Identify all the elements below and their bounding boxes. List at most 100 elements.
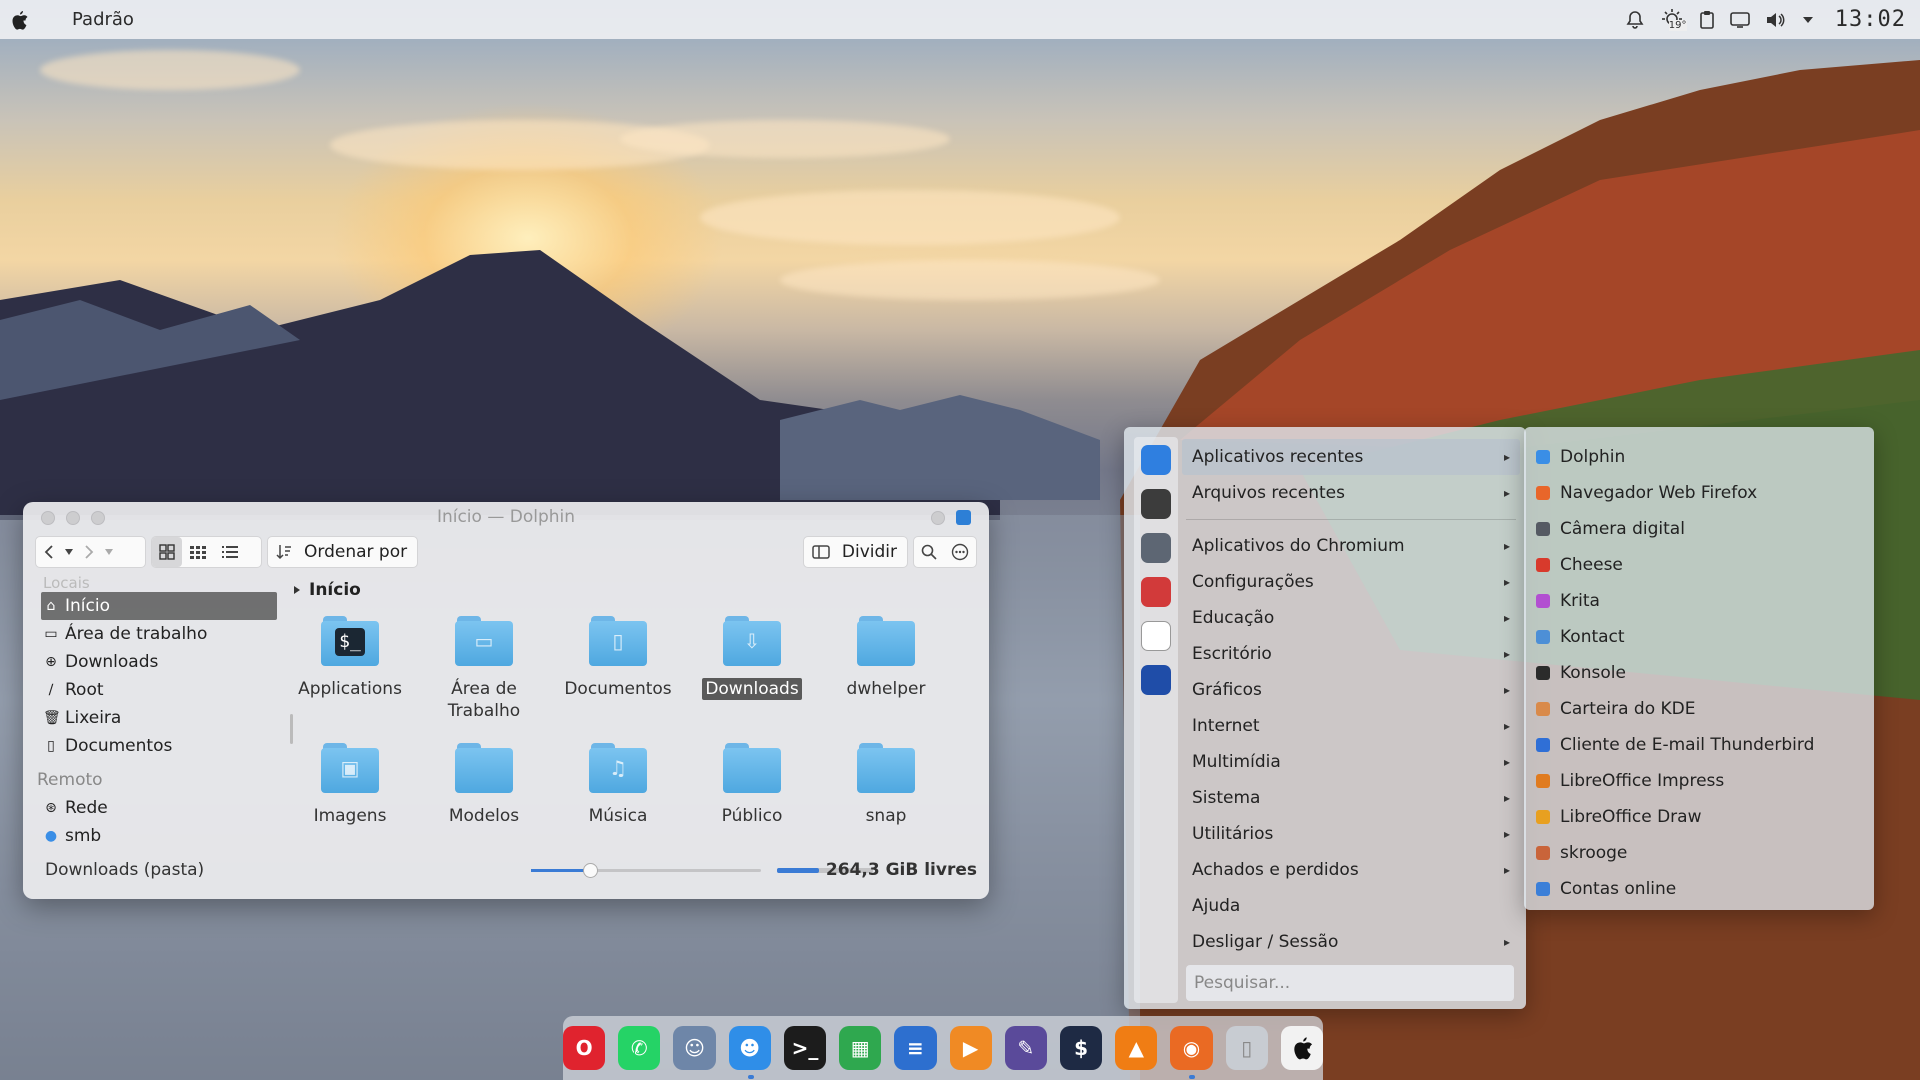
file-item[interactable]: ▯ Documentos [551, 616, 685, 700]
menu-category[interactable]: Internet ▸ [1182, 708, 1520, 744]
notification-bell-icon[interactable] [1625, 10, 1645, 30]
search-input[interactable]: Pesquisar... [1186, 965, 1514, 1001]
system-settings-icon[interactable] [1141, 533, 1171, 563]
blank-document-icon[interactable] [1141, 621, 1171, 651]
breadcrumb[interactable]: Início [293, 580, 361, 600]
file-item[interactable]: ▭ Área de Trabalho [417, 616, 551, 722]
file-item[interactable]: Modelos [417, 743, 551, 827]
menu-category[interactable]: Multimídia ▸ [1182, 744, 1520, 780]
close-window-button[interactable] [41, 511, 55, 525]
forward-history-dropdown-icon[interactable] [102, 537, 116, 567]
clipboard-icon[interactable] [1699, 10, 1715, 30]
split-button[interactable]: Dividir [802, 536, 908, 568]
menu-category[interactable]: Aplicativos recentes ▸ [1182, 439, 1520, 475]
file-item[interactable]: $_ Applications [283, 616, 417, 700]
search-icon[interactable] [914, 537, 944, 567]
opera-icon[interactable]: O [562, 1026, 606, 1070]
sidebar-item-smb[interactable]: ● smb [33, 822, 303, 850]
zoom-slider[interactable] [531, 863, 761, 878]
weather-icon[interactable]: 19° [1659, 8, 1687, 32]
menu-category[interactable]: Sistema ▸ [1182, 780, 1520, 816]
vlc-icon[interactable]: ▲ [1115, 1026, 1158, 1070]
zoom-slider-handle[interactable] [582, 863, 598, 878]
presentation-icon[interactable]: ▶ [949, 1026, 992, 1070]
recent-app-item[interactable]: Contas online [1524, 871, 1874, 907]
keep-above-button[interactable] [931, 510, 945, 525]
app-menu-icon[interactable] [956, 510, 971, 525]
file-item[interactable]: snap [819, 743, 953, 827]
writer-icon[interactable]: ≡ [894, 1026, 937, 1070]
sidebar-item-root[interactable]: ∕ Root [33, 676, 303, 704]
apple-menu-icon[interactable] [1280, 1026, 1324, 1070]
recent-app-item[interactable]: LibreOffice Impress [1524, 763, 1874, 799]
maximize-window-button[interactable] [91, 511, 105, 525]
kvantum-icon[interactable] [1141, 489, 1171, 519]
whatsapp-icon[interactable]: ✆ [618, 1026, 661, 1070]
menu-category[interactable]: Escritório ▸ [1182, 636, 1520, 672]
recent-app-item[interactable]: LibreOffice Draw [1524, 799, 1874, 835]
recent-app-item[interactable]: skrooge [1524, 835, 1874, 871]
menu-category[interactable]: Utilitários ▸ [1182, 816, 1520, 852]
shield-icon[interactable] [1141, 665, 1171, 695]
recent-app-item[interactable]: Cliente de E-mail Thunderbird [1524, 727, 1874, 763]
file-name: Público [721, 806, 783, 826]
sidebar-item-documentos[interactable]: ▯ Documentos [33, 732, 303, 760]
details-view-icon[interactable] [214, 537, 246, 567]
tray-arrow-icon[interactable] [1801, 15, 1815, 25]
menu-category[interactable]: Gráficos ▸ [1182, 672, 1520, 708]
back-icon[interactable] [36, 537, 62, 567]
recent-app-item[interactable]: Carteira do KDE [1524, 691, 1874, 727]
file-item[interactable]: ▣ Imagens [283, 743, 417, 827]
active-app-menu[interactable]: Padrão [72, 9, 134, 30]
recent-app-item[interactable]: Cheese [1524, 547, 1874, 583]
file-item[interactable]: ⇩ Downloads [685, 616, 819, 700]
recent-app-item[interactable]: Kontact [1524, 619, 1874, 655]
firefox-icon[interactable]: ◉ [1170, 1026, 1213, 1079]
volume-icon[interactable] [1765, 11, 1787, 29]
recent-app-item[interactable]: Konsole [1524, 655, 1874, 691]
app-icon [1536, 666, 1550, 680]
recent-app-item[interactable]: Krita [1524, 583, 1874, 619]
window-titlebar[interactable]: Início — Dolphin [23, 502, 989, 532]
clock[interactable]: 13:02 [1835, 7, 1906, 32]
icons-view-icon[interactable] [152, 537, 182, 567]
sidebar-item-downloads[interactable]: ⊕ Downloads [33, 648, 303, 676]
chevron-right-icon: ▸ [1503, 827, 1510, 841]
menu-category[interactable]: Ajuda [1182, 888, 1520, 924]
recent-app-item[interactable]: Dolphin [1524, 439, 1874, 475]
back-history-dropdown-icon[interactable] [62, 537, 76, 567]
sort-button[interactable]: Ordenar por [267, 536, 419, 568]
finder-icon[interactable]: ☻ [728, 1026, 771, 1079]
menu-category[interactable]: Achados e perdidos ▸ [1182, 852, 1520, 888]
sidebar-item-início[interactable]: ⌂ Início [41, 592, 277, 620]
compact-view-icon[interactable] [182, 537, 214, 567]
menu-category[interactable]: Configurações ▸ [1182, 564, 1520, 600]
trash-icon[interactable]: ▯ [1225, 1026, 1268, 1070]
forward-icon[interactable] [76, 537, 102, 567]
minimize-window-button[interactable] [66, 511, 80, 525]
terminal-x-icon[interactable]: $ [1059, 1026, 1103, 1070]
menu-category[interactable]: Aplicativos do Chromium ▸ [1182, 528, 1520, 564]
terminal-icon[interactable]: >_ [783, 1026, 827, 1070]
app-store-icon[interactable] [1141, 445, 1171, 475]
recent-app-item[interactable]: Câmera digital [1524, 511, 1874, 547]
sidebar-item-lixeira[interactable]: 🗑 Lixeira [33, 704, 303, 732]
recent-app-item[interactable]: Navegador Web Firefox [1524, 475, 1874, 511]
menu-category-label: Aplicativos recentes [1192, 447, 1364, 467]
menu-category[interactable]: Desligar / Sessão ▸ [1182, 924, 1520, 960]
app-icon [1536, 846, 1550, 860]
contacts-icon[interactable]: ☺ [673, 1026, 716, 1070]
display-icon[interactable] [1729, 11, 1751, 29]
menu-category[interactable]: Educação ▸ [1182, 600, 1520, 636]
more-options-icon[interactable] [944, 537, 976, 567]
file-item[interactable]: dwhelper [819, 616, 953, 700]
krita-icon[interactable]: ✎ [1004, 1026, 1047, 1070]
file-item[interactable]: ♫ Música [551, 743, 685, 827]
file-item[interactable]: Público [685, 743, 819, 827]
spreadsheet-icon[interactable]: ▦ [839, 1026, 882, 1070]
sidebar-item-área-de-trabalho[interactable]: ▭ Área de trabalho [33, 620, 303, 648]
mail-icon[interactable] [1141, 577, 1171, 607]
sidebar-item-rede[interactable]: ⊛ Rede [33, 794, 303, 822]
apple-logo-icon[interactable] [9, 9, 29, 31]
menu-category[interactable]: Arquivos recentes ▸ [1182, 475, 1520, 511]
